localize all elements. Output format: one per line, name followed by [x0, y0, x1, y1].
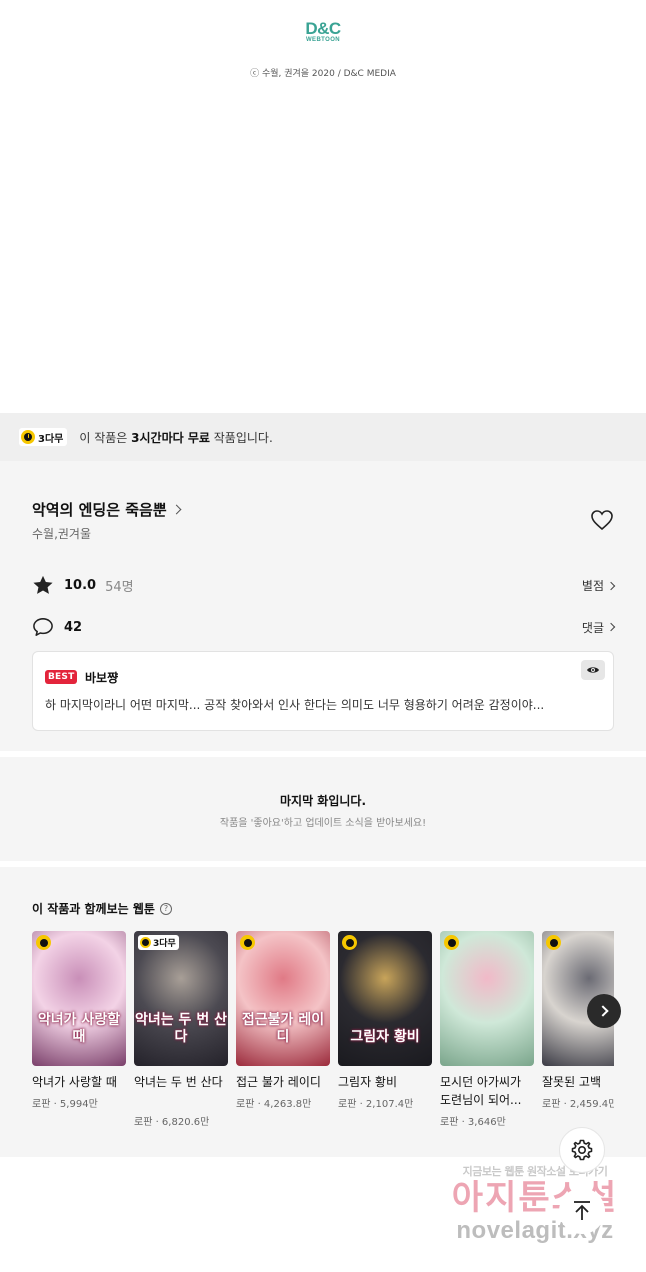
help-icon[interactable]: ? — [159, 902, 172, 915]
work-title-link[interactable]: 악역의 엔딩은 죽음뿐 — [32, 499, 182, 520]
best-comment-user: 바보쨩 — [85, 671, 119, 685]
clock-icon — [240, 935, 255, 950]
rating-link-label: 별점 — [581, 579, 604, 593]
clock-icon — [546, 935, 561, 950]
three-hour-free-badge-label: 3다무 — [153, 939, 176, 949]
recommendation-title[interactable]: 잘못된 고백 — [542, 1073, 614, 1091]
recommendation-cover[interactable] — [440, 931, 534, 1066]
last-episode-title: 마지막 화입니다. — [279, 794, 367, 808]
chevron-right-icon — [606, 581, 616, 590]
chevron-right-icon — [171, 504, 182, 515]
comment-row: 42 댓글 — [32, 617, 616, 637]
rating-value: 10.0 — [64, 578, 97, 593]
eye-icon — [587, 667, 599, 673]
recommendations-section: 이 작품과 함께보는 웹툰 ? 악녀가 사랑할 때 악녀가 사랑할 때 로판 · 5… — [0, 867, 646, 1157]
cover-title-art: 접근불가 레이디 — [241, 1012, 325, 1045]
recommendations-title-text: 이 작품과 함께보는 웹툰 — [32, 902, 155, 916]
comment-link-label: 댓글 — [581, 620, 604, 635]
three-hour-free-badge: 3다무 — [138, 935, 179, 950]
work-title: 악역의 엔딩은 죽음뿐 — [32, 501, 167, 519]
recommendation-cover[interactable]: 그림자 황비 — [338, 931, 432, 1066]
chevron-right-icon — [596, 1005, 609, 1017]
chevron-right-icon — [606, 622, 616, 632]
clock-icon — [36, 935, 51, 950]
last-episode-subtitle: 작품을 '좋아요'하고 업데이트 소식을 받아보세요! — [219, 818, 427, 829]
settings-button[interactable] — [559, 1127, 605, 1173]
work-author: 수월,권겨울 — [32, 527, 92, 541]
arrow-up-icon — [574, 1201, 590, 1220]
best-comment-card[interactable]: BEST 바보쨩 하 마지막이라니 어떤 마지막... 공작 찾아와서 인사 한… — [32, 651, 614, 731]
rating-count: 54명 — [105, 580, 134, 595]
recommendation-meta: 로판 · 2,459.4만 — [542, 1099, 614, 1110]
scroll-to-top-button[interactable] — [559, 1188, 605, 1234]
cover-title-art: 악녀는 두 번 산다 — [135, 1012, 227, 1045]
free-notice-bar: 3다무 이 작품은 3시간마다 무료 작품입니다. — [0, 413, 646, 461]
gear-icon — [571, 1139, 593, 1161]
last-episode-notice: 마지막 화입니다. 작품을 '좋아요'하고 업데이트 소식을 받아보세요! — [0, 757, 646, 861]
work-info-panel: 악역의 엔딩은 죽음뿐 수월,권겨울 10.0 54명 별점 42 댓글 BES… — [0, 461, 646, 751]
logo-sub-text: WEBTOON — [305, 37, 341, 43]
star-icon — [33, 575, 53, 594]
best-comment-text: 하 마지막이라니 어떤 마지막... 공작 찾아와서 인사 한다는 의미도 너무… — [45, 698, 545, 712]
rating-row: 10.0 54명 별점 — [32, 575, 616, 596]
cover-title-art: 악녀가 사랑할 때 — [37, 1012, 121, 1045]
carousel-next-button[interactable] — [587, 994, 621, 1028]
watermark-top-text: 지금보는 웹툰 원작소설 보러가기 — [462, 1165, 608, 1178]
dnc-webtoon-logo: D&C WEBTOON — [305, 19, 341, 44]
free-notice-pre: 이 작품은 — [79, 430, 132, 445]
recommendation-meta: 로판 · 5,994만 — [32, 1099, 98, 1110]
three-hour-free-badge-label: 3다무 — [38, 433, 64, 445]
heart-icon[interactable] — [590, 509, 614, 531]
comment-count: 42 — [64, 619, 83, 635]
recommendations-title: 이 작품과 함께보는 웹툰 ? — [32, 900, 172, 917]
recommendation-meta: 로판 · 2,107.4만 — [338, 1099, 414, 1110]
logo-area: D&C WEBTOON — [0, 20, 646, 45]
best-badge: BEST — [45, 670, 78, 684]
recommendation-title[interactable]: 악녀는 두 번 산다 — [134, 1073, 228, 1091]
recommendation-meta: 로판 · 3,646만 — [440, 1117, 506, 1128]
logo-main-text: D&C — [305, 19, 341, 38]
comment-link[interactable]: 댓글 — [581, 619, 616, 636]
recommendation-title[interactable]: 악녀가 사랑할 때 — [32, 1073, 126, 1091]
copyright-notice: ⓒ 수월, 권겨을 2020 / D&C MEDIA — [250, 69, 396, 79]
three-hour-free-badge: 3다무 — [19, 428, 68, 446]
recommendation-cover[interactable]: 3다무악녀는 두 번 산다 — [134, 931, 228, 1066]
recommendation-meta: 로판 · 6,820.6만 — [134, 1117, 210, 1128]
cover-title-art: 그림자 황비 — [350, 1029, 420, 1045]
recommendation-cover[interactable]: 접근불가 레이디 — [236, 931, 330, 1066]
free-notice-post: 작품입니다. — [209, 430, 273, 445]
free-notice-bold: 3시간마다 무료 — [131, 430, 210, 445]
clock-icon — [444, 935, 459, 950]
recommendation-title[interactable]: 모시던 아가씨가 도련님이 되어... — [440, 1073, 534, 1109]
recommendation-meta: 로판 · 4,263.8만 — [236, 1099, 312, 1110]
comment-bubble-icon — [33, 618, 53, 636]
spoiler-toggle-button[interactable] — [581, 660, 605, 680]
clock-icon — [21, 430, 35, 444]
free-notice-text: 이 작품은 3시간마다 무료 작품입니다. — [79, 429, 272, 446]
clock-icon — [140, 937, 151, 948]
rating-link[interactable]: 별점 — [581, 577, 616, 594]
recommendation-title[interactable]: 그림자 황비 — [338, 1073, 432, 1091]
clock-icon — [342, 935, 357, 950]
recommendation-cover[interactable]: 악녀가 사랑할 때 — [32, 931, 126, 1066]
recommendations-carousel: 악녀가 사랑할 때 악녀가 사랑할 때 로판 · 5,994만 3다무 악녀는 두 번 … — [32, 931, 614, 1151]
recommendation-title[interactable]: 접근 불가 레이디 — [236, 1073, 330, 1091]
